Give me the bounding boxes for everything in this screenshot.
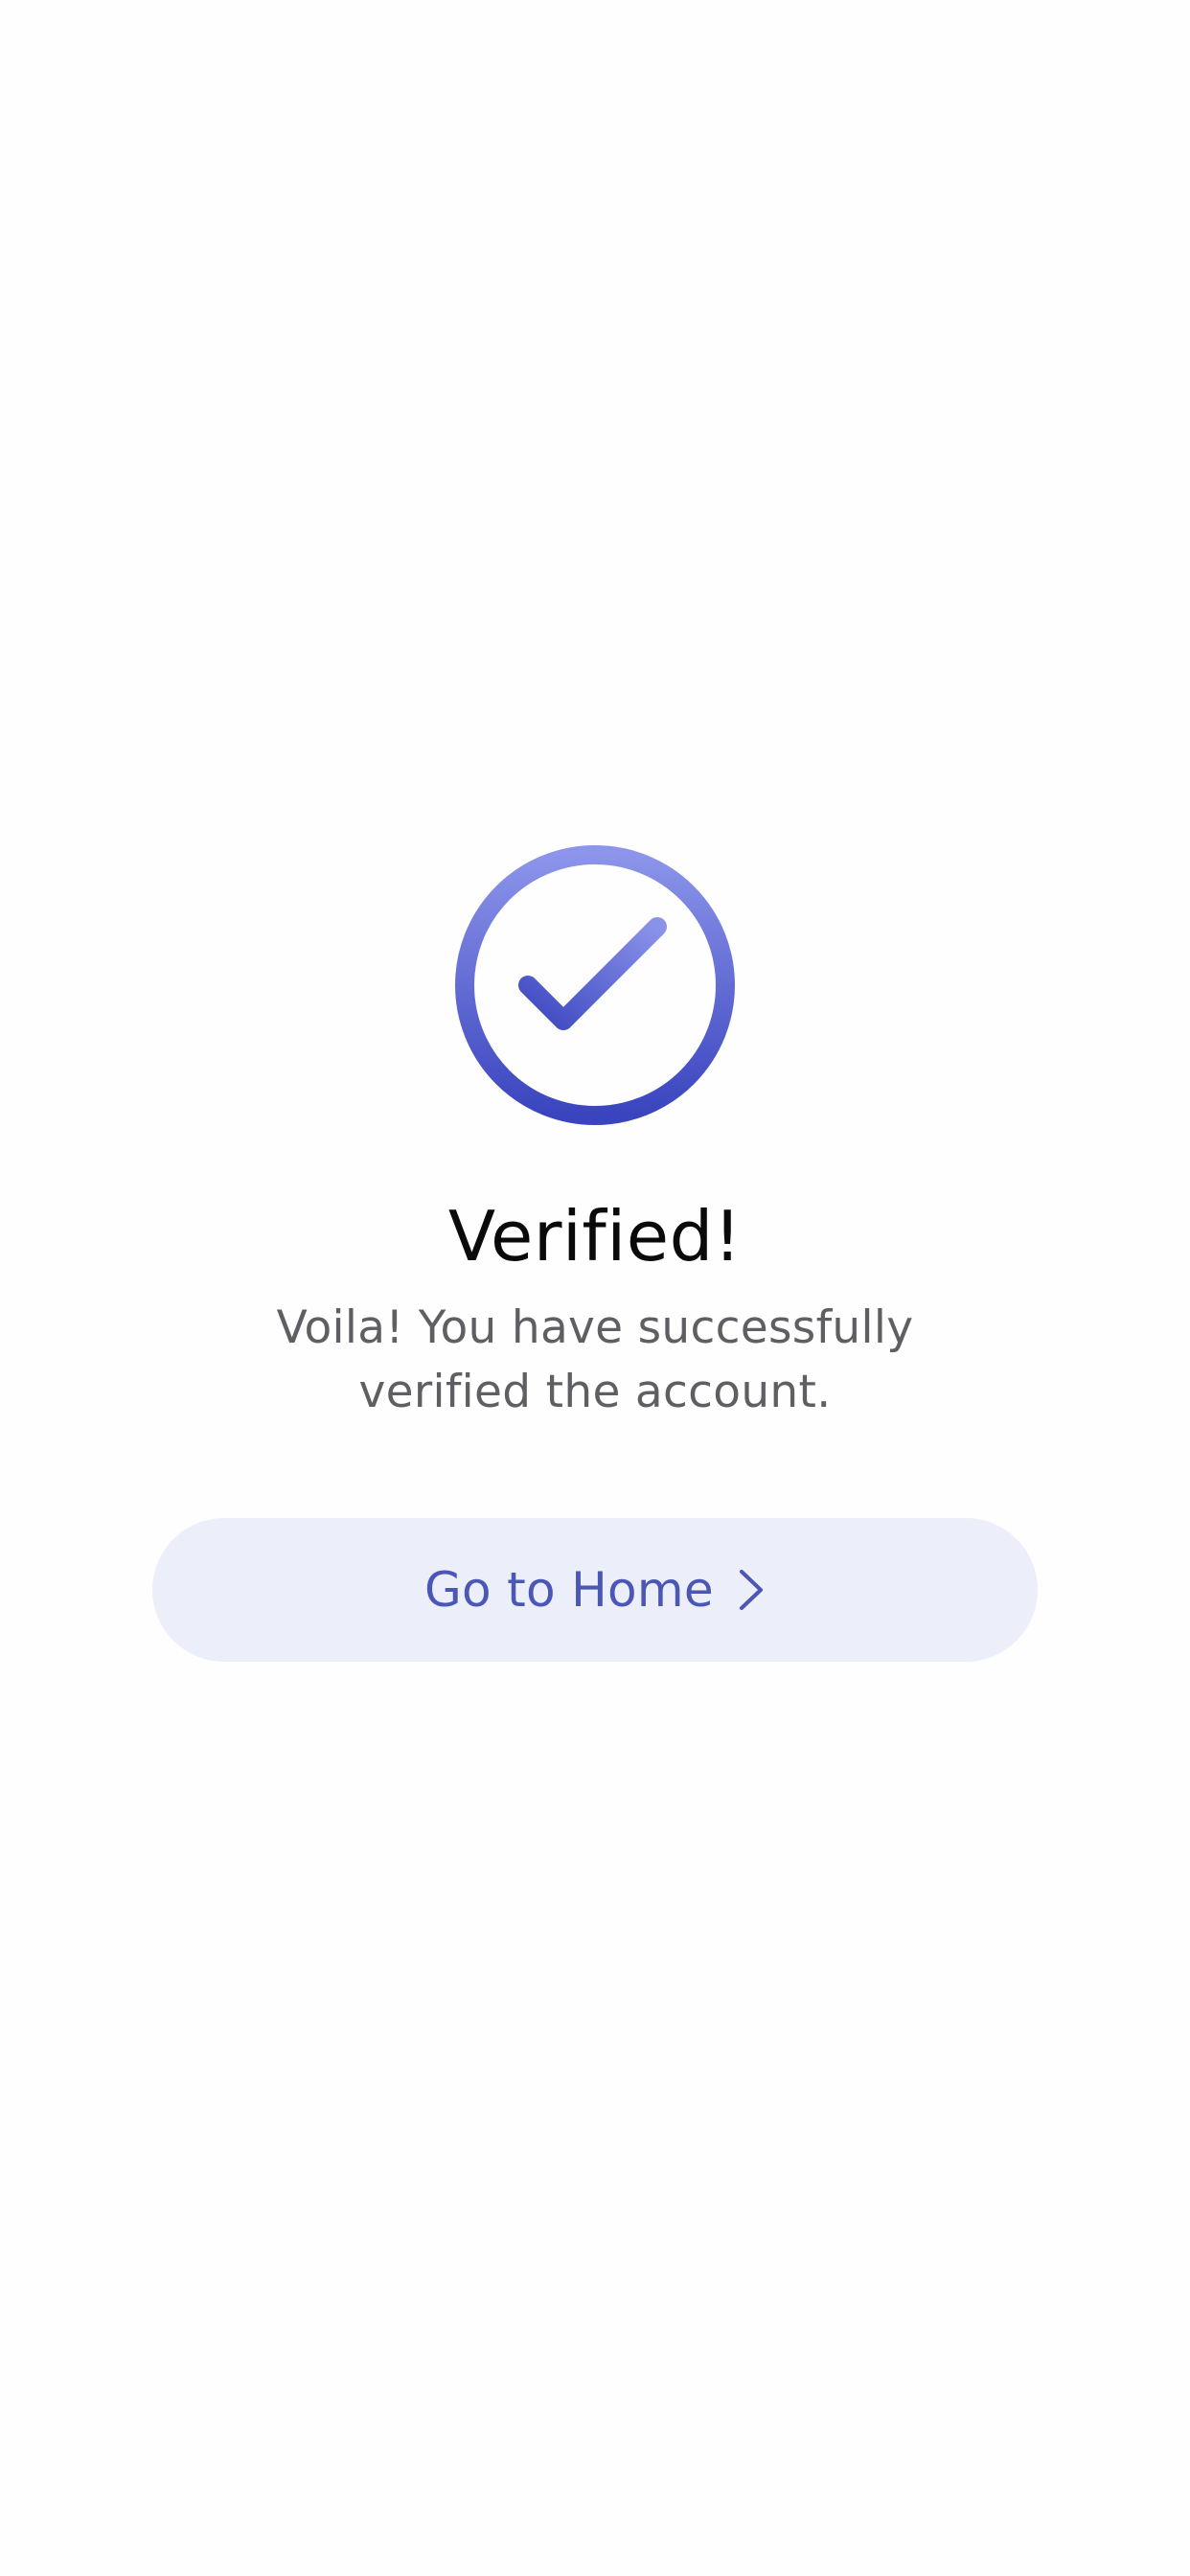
- check-circle-icon: [451, 841, 739, 1129]
- verification-success-screen: Verified! Voila! You have successfully v…: [0, 0, 1190, 2576]
- chevron-right-icon: [737, 1568, 766, 1612]
- go-to-home-label: Go to Home: [424, 1562, 714, 1618]
- go-to-home-button[interactable]: Go to Home: [152, 1518, 1038, 1662]
- success-message: Voila! You have successfully verified th…: [276, 1301, 914, 1418]
- page-title: Verified!: [447, 1196, 743, 1276]
